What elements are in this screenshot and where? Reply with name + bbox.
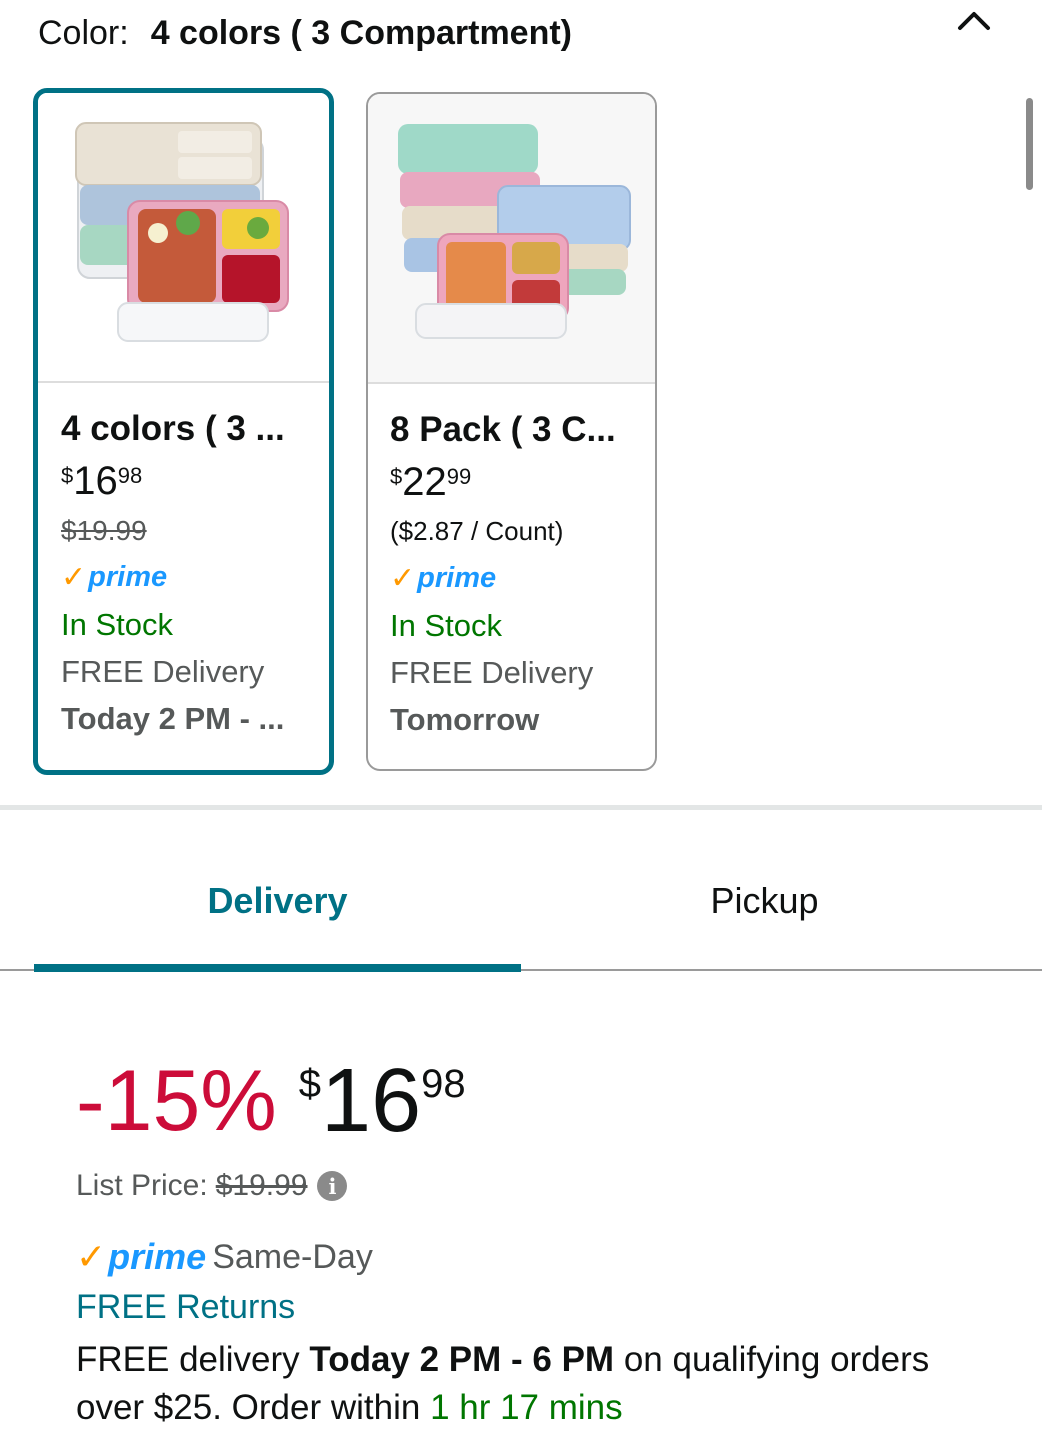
delivery-window: Today 2 PM - 6 PM (309, 1340, 615, 1379)
free-returns-link[interactable]: FREE Returns (76, 1288, 295, 1332)
tab-delivery[interactable]: Delivery (34, 880, 521, 940)
color-selector-header[interactable]: Color: 4 colors ( 3 Compartment) (38, 8, 1002, 58)
price-whole: 22 (402, 460, 447, 504)
selected-color-value: 4 colors ( 3 Compartment) (150, 13, 573, 52)
prime-badge: ✓ prime (61, 554, 329, 601)
swatch-title: 4 colors ( 3 ... (61, 409, 285, 448)
scrollbar[interactable] (1026, 98, 1033, 190)
product-image (368, 94, 655, 384)
color-label: Color: (38, 13, 129, 52)
buybox-price: -15% $ 16 98 (76, 1056, 466, 1156)
section-divider (0, 805, 1042, 810)
price-currency: $ (298, 1062, 322, 1106)
active-tab-indicator (34, 964, 521, 972)
unit-price: ($2.87 / Count) (390, 516, 564, 546)
delivery-prefix: FREE delivery (76, 1340, 310, 1379)
price-whole: 16 (321, 1051, 422, 1151)
prime-label: prime (88, 561, 168, 593)
delivery-date: Tomorrow (390, 702, 540, 737)
prime-check-icon: ✓ (390, 562, 416, 595)
swatch-option-4-colors[interactable]: 4 colors ( 3 ... $ 16 98 $19.99 ✓ prime … (33, 88, 334, 775)
delivery-label: FREE Delivery (390, 655, 594, 690)
prime-check-icon: ✓ (76, 1236, 107, 1277)
product-image (38, 93, 329, 383)
prime-label: prime (108, 1236, 207, 1277)
prime-same-day: ✓ prime Same-Day (76, 1234, 373, 1280)
list-price-label: List Price: (76, 1169, 208, 1202)
price-fraction: 98 (421, 1062, 466, 1106)
list-price-value: $19.99 (215, 1169, 308, 1202)
list-price-strikethrough: $19.99 (61, 515, 147, 546)
price-fraction: 99 (446, 464, 472, 489)
prime-check-icon: ✓ (61, 561, 87, 594)
swatch-price: $ 16 98 (61, 459, 329, 507)
list-price: List Price: $19.99 i (76, 1166, 348, 1206)
tab-pickup[interactable]: Pickup (521, 880, 1008, 940)
swatch-title: 8 Pack ( 3 C... (390, 410, 616, 449)
swatch-option-8-pack[interactable]: 8 Pack ( 3 C... $ 22 99 ($2.87 / Count) … (366, 92, 657, 771)
price-fraction: 98 (117, 463, 143, 488)
prime-badge: ✓ prime (390, 555, 655, 602)
delivery-message: FREE delivery Today 2 PM - 6 PM on quali… (76, 1336, 976, 1432)
price-whole: 16 (73, 459, 118, 503)
discount-percent: -15% (76, 1053, 277, 1149)
prime-label: prime (417, 562, 497, 594)
chevron-up-icon[interactable] (956, 6, 992, 36)
swatch-price: $ 22 99 (390, 460, 655, 508)
delivery-label: FREE Delivery (61, 654, 265, 689)
stock-status: In Stock (390, 608, 502, 643)
delivery-date: Today 2 PM - ... (61, 701, 285, 736)
order-countdown: 1 hr 17 mins (430, 1388, 623, 1427)
price-currency: $ (61, 463, 74, 488)
prime-tier: Same-Day (212, 1237, 373, 1276)
stock-status: In Stock (61, 607, 173, 642)
info-icon[interactable]: i (317, 1171, 348, 1201)
price-currency: $ (390, 464, 403, 489)
